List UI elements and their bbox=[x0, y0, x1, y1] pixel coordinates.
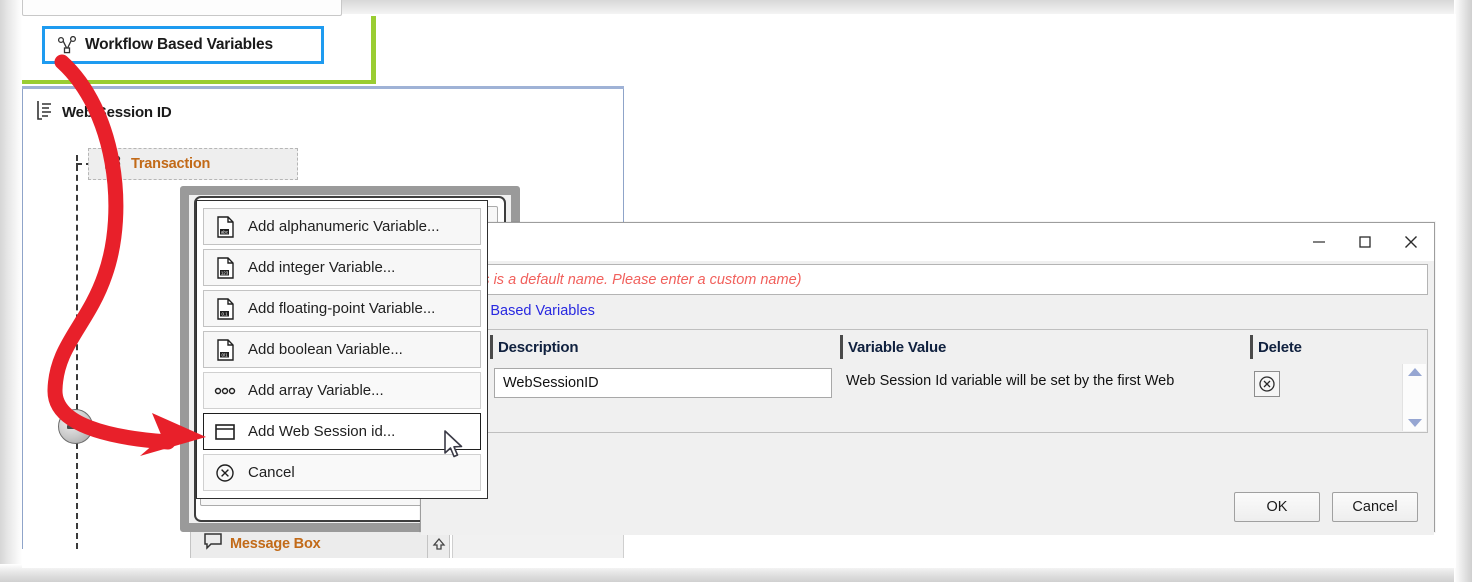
cancel-circle-icon bbox=[214, 462, 236, 484]
menu-item-add-alphanumeric-variable[interactable]: abc Add alphanumeric Variable... bbox=[203, 208, 481, 245]
close-button[interactable] bbox=[1388, 227, 1434, 257]
file-float-icon: 0.1 bbox=[214, 298, 236, 320]
delete-circle-icon bbox=[1258, 375, 1276, 393]
grid-header-description[interactable]: Description bbox=[488, 330, 838, 364]
maximize-button[interactable] bbox=[1342, 227, 1388, 257]
grid-cell-description: WebSessionID bbox=[488, 364, 838, 432]
minimize-icon bbox=[1311, 234, 1327, 250]
menu-item-label: Add array Variable... bbox=[248, 382, 384, 399]
screenshot-root: Workflow Based Variables Web Session ID … bbox=[0, 0, 1472, 582]
browser-window-icon bbox=[214, 421, 236, 443]
screenshot-shadow-right bbox=[1454, 0, 1472, 582]
dialog-footer: OK Cancel bbox=[421, 479, 1434, 535]
collapse-toggle-icon[interactable] bbox=[58, 409, 93, 444]
ok-button[interactable]: OK bbox=[1234, 492, 1320, 522]
menu-item-workflow-based-variables[interactable]: Workflow Based Variables bbox=[42, 26, 324, 64]
grid-cell-delete bbox=[1248, 364, 1280, 432]
variable-name-hint: (This is a default name. Please enter a … bbox=[457, 272, 801, 288]
dialog-body: es (This is a default name. Please enter… bbox=[421, 264, 1434, 535]
file-bool-icon: 0/1 bbox=[214, 339, 236, 361]
menu-item-label: Add integer Variable... bbox=[248, 259, 395, 276]
menu-item-cancel[interactable]: Cancel bbox=[203, 454, 481, 491]
green-accent-vertical bbox=[371, 16, 376, 84]
menu-item-label: Add floating-point Variable... bbox=[248, 300, 435, 317]
tree-node-transaction[interactable]: Transaction bbox=[88, 148, 298, 180]
file-abc-icon: abc bbox=[214, 216, 236, 238]
variables-dialog: d es (This is a default name. Please bbox=[420, 222, 1435, 532]
minus-icon bbox=[67, 425, 84, 429]
menu-item-label: Workflow Based Variables bbox=[85, 36, 273, 54]
menu-item-label: Add boolean Variable... bbox=[248, 341, 403, 358]
tree-connector-vertical-lower bbox=[76, 443, 78, 549]
grid-cell-variable-value: Web Session Id variable will be set by t… bbox=[838, 364, 1248, 432]
description-input[interactable]: WebSessionID bbox=[494, 368, 832, 398]
menu-item-add-integer-variable[interactable]: 123 Add integer Variable... bbox=[203, 249, 481, 286]
toolbar-strip bbox=[22, 0, 342, 16]
minimize-button[interactable] bbox=[1296, 227, 1342, 257]
grid-header-delete[interactable]: Delete bbox=[1248, 330, 1302, 364]
scroll-down-arrow-icon[interactable] bbox=[1408, 419, 1422, 427]
dialog-titlebar[interactable]: d bbox=[421, 223, 1434, 261]
variables-grid: Description Variable Value Delete WebSes… bbox=[427, 329, 1428, 433]
file-123-icon: 123 bbox=[214, 257, 236, 279]
menu-item-add-web-session-id[interactable]: Add Web Session id... bbox=[203, 413, 481, 450]
menu-item-add-array-variable[interactable]: Add array Variable... bbox=[203, 372, 481, 409]
cancel-button[interactable]: Cancel bbox=[1332, 492, 1418, 522]
menu-item-label: Cancel bbox=[248, 464, 295, 481]
tree-root-label: Web Session ID bbox=[62, 104, 171, 121]
menu-item-label: Add alphanumeric Variable... bbox=[248, 218, 440, 235]
maximize-icon bbox=[1357, 234, 1373, 250]
variable-value-text: Web Session Id variable will be set by t… bbox=[838, 368, 1174, 389]
transaction-icon bbox=[103, 152, 125, 177]
tree-connector-vertical bbox=[76, 155, 78, 410]
screenshot-shadow-left bbox=[0, 0, 22, 582]
close-icon bbox=[1402, 233, 1420, 251]
workflow-icon bbox=[57, 36, 77, 54]
mouse-cursor-icon bbox=[444, 430, 468, 467]
svg-text:abc: abc bbox=[221, 229, 229, 234]
tree-node-label: Transaction bbox=[131, 156, 210, 172]
green-accent-horizontal bbox=[22, 80, 376, 84]
svg-text:0.1: 0.1 bbox=[221, 311, 228, 316]
menu-item-label: Add Web Session id... bbox=[248, 423, 395, 440]
panel-separator bbox=[22, 86, 624, 89]
grid-vertical-scrollbar[interactable] bbox=[1402, 364, 1426, 431]
list-icon bbox=[36, 100, 54, 125]
svg-text:123: 123 bbox=[221, 270, 229, 275]
svg-text:0/1: 0/1 bbox=[221, 352, 228, 357]
menu-item-add-floating-point-variable[interactable]: 0.1 Add floating-point Variable... bbox=[203, 290, 481, 327]
menu-item-add-boolean-variable[interactable]: 0/1 Add boolean Variable... bbox=[203, 331, 481, 368]
tree-node-label-lower: Message Box bbox=[230, 536, 320, 552]
delete-row-button[interactable] bbox=[1254, 371, 1280, 397]
array-dots-icon bbox=[214, 380, 236, 402]
scope-row: Workflow Based Variables bbox=[427, 295, 1428, 327]
grid-row: WebSessionID Web Session Id variable wil… bbox=[428, 364, 1427, 432]
messagebox-icon bbox=[203, 532, 223, 555]
scroll-up-arrow-icon[interactable] bbox=[1408, 368, 1422, 376]
grid-header-row: Description Variable Value Delete bbox=[428, 330, 1427, 364]
tree-node-message-box[interactable]: Message Box bbox=[190, 528, 428, 558]
variable-name-field[interactable]: es (This is a default name. Please enter… bbox=[427, 264, 1428, 295]
grid-header-variable-value[interactable]: Variable Value bbox=[838, 330, 1248, 364]
tree-root-node[interactable]: Web Session ID bbox=[36, 100, 171, 125]
